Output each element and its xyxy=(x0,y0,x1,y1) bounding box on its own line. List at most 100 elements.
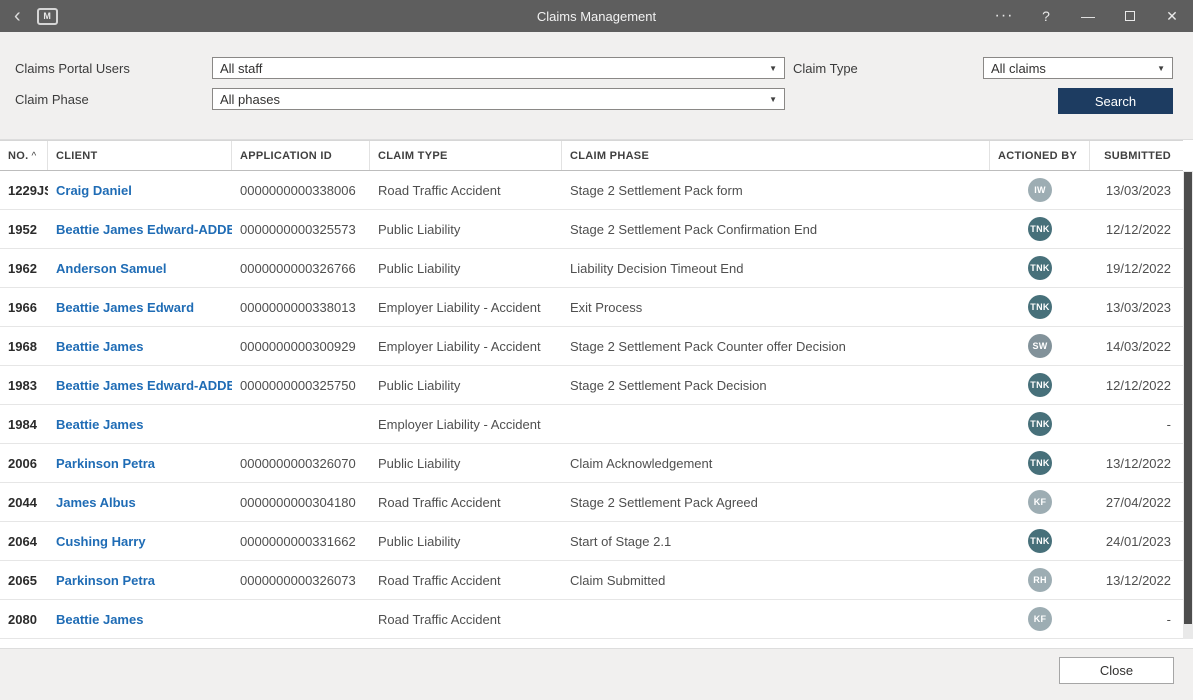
client-link[interactable]: Cushing Harry xyxy=(48,534,232,549)
maximize-button[interactable] xyxy=(1109,0,1151,32)
avatar: TNK xyxy=(1028,295,1052,319)
table-row[interactable]: 1952 Beattie James Edward-ADDED 00000000… xyxy=(0,210,1183,249)
submitted-date: 24/01/2023 xyxy=(1105,533,1171,549)
row-number: 1962 xyxy=(8,260,37,276)
row-number: 1952 xyxy=(8,221,37,237)
row-number: 1968 xyxy=(8,338,37,354)
client-link[interactable]: Anderson Samuel xyxy=(48,261,232,276)
actioned-by-cell: KF xyxy=(990,607,1090,631)
table-row[interactable]: 1962 Anderson Samuel 0000000000326766 Pu… xyxy=(0,249,1183,288)
table-row[interactable]: 1983 Beattie James Edward-ADDED 00000000… xyxy=(0,366,1183,405)
more-options-icon[interactable]: ··· xyxy=(983,0,1025,32)
row-number: 2080 xyxy=(8,611,37,627)
column-header[interactable]: CLIENT xyxy=(48,141,232,170)
avatar: SW xyxy=(1028,334,1052,358)
help-icon[interactable]: ? xyxy=(1025,0,1067,32)
close-button[interactable]: Close xyxy=(1059,657,1174,684)
claim-phase: Stage 2 Settlement Pack Confirmation End xyxy=(570,221,818,237)
application-id: 0000000000326073 xyxy=(240,572,356,588)
claim-type: Public Liability xyxy=(378,533,461,549)
client-link[interactable]: Parkinson Petra xyxy=(48,456,232,471)
minimize-button[interactable]: — xyxy=(1067,0,1109,32)
claim-phase: Stage 2 Settlement Pack Agreed xyxy=(570,494,758,510)
claim-type: Road Traffic Accident xyxy=(378,182,501,198)
table-row[interactable]: 2006 Parkinson Petra 0000000000326070 Pu… xyxy=(0,444,1183,483)
table-row[interactable]: 1229JS Craig Daniel 0000000000338006 Roa… xyxy=(0,171,1183,210)
column-header[interactable]: SUBMITTED xyxy=(1090,141,1183,170)
submitted-date: 12/12/2022 xyxy=(1105,377,1171,393)
row-number: 2065 xyxy=(8,572,37,588)
client-link[interactable]: Beattie James xyxy=(48,417,232,432)
table-row[interactable]: 1968 Beattie James 0000000000300929 Empl… xyxy=(0,327,1183,366)
column-header-label: CLAIM TYPE xyxy=(378,149,448,162)
table-row[interactable]: 2064 Cushing Harry 0000000000331662 Publ… xyxy=(0,522,1183,561)
actioned-by-cell: TNK xyxy=(990,256,1090,280)
claims-portal-users-dropdown[interactable]: All staff ▼ xyxy=(212,57,785,79)
client-link[interactable]: Parkinson Petra xyxy=(48,573,232,588)
sort-asc-icon: ^ xyxy=(31,151,37,162)
claim-type: Employer Liability - Accident xyxy=(378,416,541,432)
column-header[interactable]: CLAIM PHASE xyxy=(562,141,990,170)
claims-portal-users-label: Claims Portal Users xyxy=(15,61,130,76)
app-icon: M xyxy=(36,7,58,25)
column-header-label: CLIENT xyxy=(56,149,98,162)
client-link[interactable]: James Albus xyxy=(48,495,232,510)
claim-phase-value: All phases xyxy=(220,91,280,107)
application-id: 0000000000331662 xyxy=(240,533,356,549)
scrollbar-thumb[interactable] xyxy=(1184,172,1192,624)
submitted-date: 13/03/2023 xyxy=(1105,299,1171,315)
claim-phase-dropdown[interactable]: All phases ▼ xyxy=(212,88,785,110)
avatar: TNK xyxy=(1028,412,1052,436)
actioned-by-cell: TNK xyxy=(990,217,1090,241)
table-row[interactable]: 1984 Beattie James Employer Liability - … xyxy=(0,405,1183,444)
column-header[interactable]: APPLICATION ID xyxy=(232,141,370,170)
footer-bar: Close xyxy=(0,648,1193,700)
claim-phase: Start of Stage 2.1 xyxy=(570,533,672,549)
avatar: IW xyxy=(1028,178,1052,202)
application-id: 0000000000338006 xyxy=(240,182,356,198)
table-row[interactable]: 1966 Beattie James Edward 00000000003380… xyxy=(0,288,1183,327)
claim-phase: Claim Acknowledgement xyxy=(570,455,713,471)
application-id: 0000000000304180 xyxy=(240,494,356,510)
claim-type-dropdown[interactable]: All claims ▼ xyxy=(983,57,1173,79)
actioned-by-cell: KF xyxy=(990,490,1090,514)
column-header[interactable]: CLAIM TYPE xyxy=(370,141,562,170)
results-table: NO. ^ CLIENT APPLICATION ID CLAIM TYPE CL… xyxy=(0,140,1183,639)
application-id: 0000000000325573 xyxy=(240,221,356,237)
submitted-date: 12/12/2022 xyxy=(1105,221,1171,237)
vertical-scrollbar[interactable] xyxy=(1183,171,1193,639)
submitted-date: 27/04/2022 xyxy=(1105,494,1171,510)
submitted-date: 13/03/2023 xyxy=(1105,182,1171,198)
close-window-button[interactable]: ✕ xyxy=(1151,0,1193,32)
table-row[interactable]: 2044 James Albus 0000000000304180 Road T… xyxy=(0,483,1183,522)
client-link[interactable]: Beattie James Edward-ADDED xyxy=(48,378,232,393)
chevron-down-icon: ▼ xyxy=(1157,63,1165,73)
column-header-label: CLAIM PHASE xyxy=(570,149,650,162)
actioned-by-cell: TNK xyxy=(990,295,1090,319)
column-header[interactable]: ACTIONED BY xyxy=(990,141,1090,170)
client-link[interactable]: Beattie James xyxy=(48,339,232,354)
table-row[interactable]: 2080 Beattie James Road Traffic Accident… xyxy=(0,600,1183,639)
claim-type: Road Traffic Accident xyxy=(378,611,501,627)
search-button[interactable]: Search xyxy=(1058,88,1173,114)
back-icon[interactable]: ‹ xyxy=(10,6,25,26)
avatar: TNK xyxy=(1028,373,1052,397)
avatar: RH xyxy=(1028,568,1052,592)
client-link[interactable]: Beattie James Edward xyxy=(48,300,232,315)
avatar: TNK xyxy=(1028,217,1052,241)
actioned-by-cell: TNK xyxy=(990,373,1090,397)
claim-type: Employer Liability - Accident xyxy=(378,299,541,315)
table-row[interactable]: 2065 Parkinson Petra 0000000000326073 Ro… xyxy=(0,561,1183,600)
claim-type: Road Traffic Accident xyxy=(378,494,501,510)
submitted-date: 14/03/2022 xyxy=(1105,338,1171,354)
claim-type: Public Liability xyxy=(378,260,461,276)
client-link[interactable]: Beattie James xyxy=(48,612,232,627)
column-header[interactable]: NO. ^ xyxy=(0,141,48,170)
claim-type-label: Claim Type xyxy=(793,61,858,76)
table-header: NO. ^ CLIENT APPLICATION ID CLAIM TYPE CL… xyxy=(0,140,1183,171)
filters-panel: Claims Portal Users All staff ▼ Claim Ty… xyxy=(0,32,1193,140)
claim-type: Public Liability xyxy=(378,455,461,471)
client-link[interactable]: Beattie James Edward-ADDED xyxy=(48,222,232,237)
client-link[interactable]: Craig Daniel xyxy=(48,183,232,198)
actioned-by-cell: SW xyxy=(990,334,1090,358)
